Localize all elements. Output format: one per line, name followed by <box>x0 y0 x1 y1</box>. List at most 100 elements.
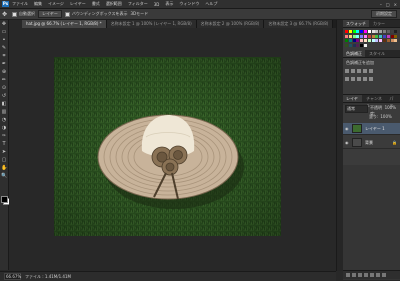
curves-icon[interactable] <box>357 69 361 73</box>
color-swatch[interactable] <box>345 43 348 47</box>
tab-untitled-1[interactable]: 名称未設定 1 @ 100% (レイヤー 1, RGB/8) <box>106 20 197 28</box>
trash-icon[interactable] <box>382 273 386 277</box>
eraser-tool-icon[interactable]: ◧ <box>1 101 7 108</box>
color-swatch[interactable] <box>345 30 348 33</box>
color-swatch[interactable] <box>352 30 356 33</box>
menu-window[interactable]: ウィンドウ <box>179 1 199 7</box>
type-tool-icon[interactable]: T <box>1 141 7 148</box>
color-swatch[interactable] <box>371 34 375 38</box>
close-button[interactable]: × <box>394 2 397 7</box>
color-swatch[interactable] <box>394 39 398 42</box>
black-white-icon[interactable] <box>357 77 361 81</box>
marquee-tool-icon[interactable]: ▭ <box>1 29 7 36</box>
color-swatch[interactable] <box>356 30 360 33</box>
tab-styles[interactable]: スタイル <box>366 50 388 57</box>
zoom-tool-icon[interactable]: 🔍 <box>1 173 7 180</box>
crop-tool-icon[interactable]: ⌗ <box>1 53 7 60</box>
color-swatch[interactable] <box>360 43 364 47</box>
visibility-eye-icon[interactable]: ◉ <box>345 126 349 131</box>
quick-select-tool-icon[interactable]: ✎ <box>1 45 7 52</box>
color-swatch[interactable] <box>360 34 364 38</box>
document-info[interactable]: ファイル : 1.41M/1.41M <box>25 274 71 280</box>
color-swatch[interactable] <box>375 34 379 38</box>
color-swatch[interactable] <box>364 39 367 42</box>
color-swatch[interactable] <box>360 30 364 33</box>
color-swatch[interactable] <box>352 34 356 38</box>
visibility-eye-icon[interactable]: ◉ <box>345 140 349 145</box>
tab-color[interactable]: カラー <box>370 20 388 27</box>
color-swatch[interactable] <box>371 39 375 42</box>
brush-tool-icon[interactable]: ✏ <box>1 77 7 84</box>
color-swatch[interactable] <box>364 34 367 38</box>
color-swatch[interactable] <box>390 34 394 38</box>
color-swatch[interactable] <box>348 39 352 42</box>
minimize-button[interactable]: – <box>380 2 382 7</box>
menu-layer[interactable]: レイヤー <box>70 1 86 7</box>
color-swatch[interactable] <box>394 34 398 38</box>
color-swatch[interactable] <box>386 34 390 38</box>
transform-controls-checkbox[interactable] <box>64 11 70 17</box>
collapsed-panel-dock[interactable] <box>336 20 343 271</box>
color-swatch[interactable] <box>356 34 360 38</box>
new-group-icon[interactable] <box>370 273 374 277</box>
color-swatch[interactable] <box>345 34 348 38</box>
color-swatch[interactable] <box>386 30 390 33</box>
color-swatch[interactable] <box>352 39 356 42</box>
menu-type[interactable]: 書式 <box>92 1 100 7</box>
menu-view[interactable]: 表示 <box>165 1 173 7</box>
move-tool-icon[interactable]: ✥ <box>2 11 9 18</box>
color-swatch[interactable] <box>348 43 352 47</box>
menu-file[interactable]: ファイル <box>12 1 28 7</box>
workspace-switcher[interactable]: 初期設定 <box>371 10 397 18</box>
menu-edit[interactable]: 編集 <box>34 1 42 7</box>
menu-help[interactable]: ヘルプ <box>205 1 217 7</box>
color-swatch[interactable] <box>390 30 394 33</box>
dodge-tool-icon[interactable]: ◑ <box>1 125 7 132</box>
color-swatch[interactable] <box>371 30 375 33</box>
history-brush-tool-icon[interactable]: ↺ <box>1 93 7 100</box>
color-swatch[interactable] <box>383 30 386 33</box>
levels-icon[interactable] <box>351 69 355 73</box>
menu-3d[interactable]: 3D <box>154 2 160 7</box>
path-select-tool-icon[interactable]: ➤ <box>1 149 7 156</box>
maximize-button[interactable]: □ <box>386 2 390 7</box>
color-swatch[interactable] <box>379 39 383 42</box>
tab-hat-document[interactable]: hat.jpg @ 66.7% (レイヤー 1, RGB/8) * <box>22 20 107 28</box>
shape-tool-icon[interactable]: ▢ <box>1 157 7 164</box>
document-canvas-photo[interactable] <box>54 57 281 236</box>
color-swatch[interactable] <box>367 39 371 42</box>
color-swatch[interactable] <box>383 39 386 42</box>
brightness-icon[interactable] <box>345 69 349 73</box>
menu-image[interactable]: イメージ <box>48 1 64 7</box>
color-swatch[interactable] <box>386 39 390 42</box>
color-swatch[interactable] <box>390 39 394 42</box>
color-swatch[interactable] <box>345 39 348 42</box>
color-swatch[interactable] <box>375 39 379 42</box>
color-swatch[interactable] <box>348 34 352 38</box>
hand-tool-icon[interactable]: ✋ <box>1 165 7 172</box>
color-swatch[interactable] <box>348 30 352 33</box>
tab-untitled-2[interactable]: 名称未設定 2 @ 100% (RGB/8) <box>196 20 265 28</box>
color-swatch[interactable] <box>352 43 356 47</box>
photo-filter-icon[interactable] <box>363 77 367 81</box>
color-swatch[interactable] <box>364 43 367 47</box>
hue-saturation-icon[interactable] <box>345 77 349 81</box>
color-swatch[interactable] <box>375 30 379 33</box>
clone-stamp-tool-icon[interactable]: ⊙ <box>1 85 7 92</box>
zoom-level-field[interactable]: 66.67% <box>4 273 21 280</box>
color-swatch[interactable] <box>367 30 371 33</box>
tab-swatches[interactable]: スウォッチ <box>343 20 369 27</box>
channel-mixer-icon[interactable] <box>369 77 373 81</box>
pen-tool-icon[interactable]: ✑ <box>1 133 7 140</box>
color-swatch[interactable] <box>394 30 398 33</box>
layer-row-background[interactable]: ◉ 背景 🔒 <box>343 137 400 149</box>
gradient-tool-icon[interactable]: ▥ <box>1 109 7 116</box>
color-swatch[interactable] <box>367 34 371 38</box>
eyedropper-tool-icon[interactable]: ✒ <box>1 61 7 68</box>
opacity-value[interactable]: 100% <box>385 105 396 111</box>
tab-untitled-3[interactable]: 名称未設定 3 @ 66.7% (RGB/8) <box>264 20 334 28</box>
layer-style-icon[interactable] <box>352 273 356 277</box>
foreground-color-swatch[interactable] <box>1 196 8 203</box>
fill-value[interactable]: 100% <box>380 114 391 120</box>
color-swatch[interactable] <box>379 30 383 33</box>
